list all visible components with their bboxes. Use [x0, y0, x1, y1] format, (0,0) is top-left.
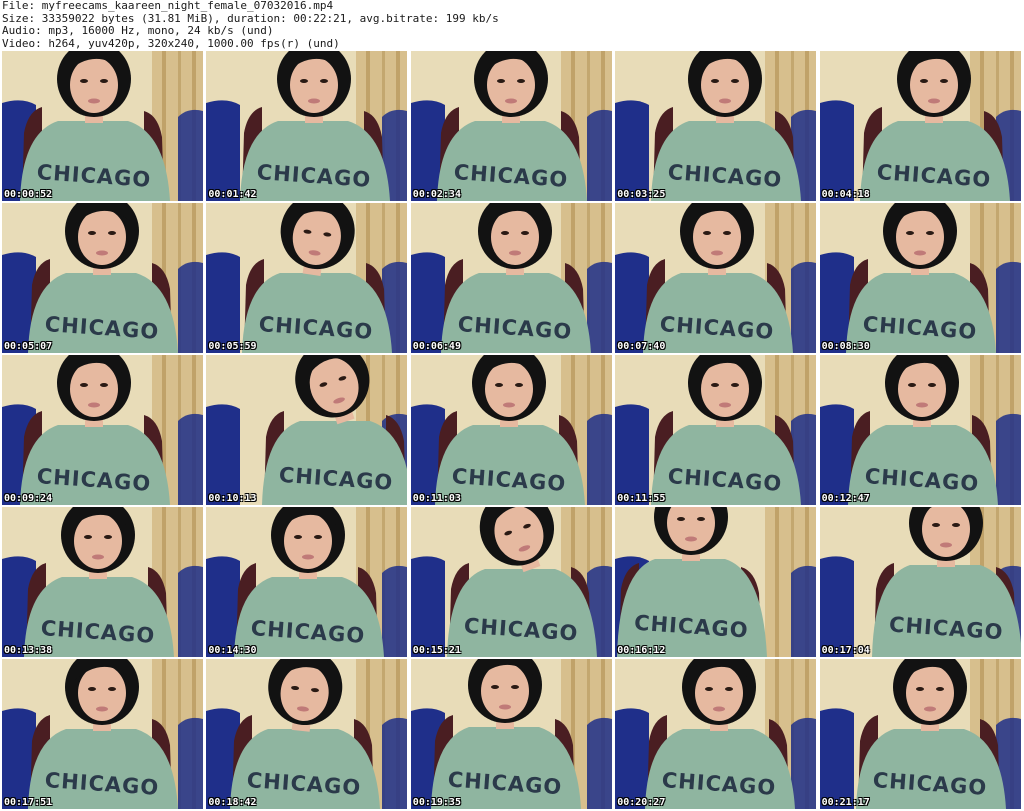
thumbnail-timestamp: 00:12:47 — [821, 493, 870, 504]
thumbnail-timestamp: 00:08:30 — [821, 341, 870, 352]
thumbnail-timestamp: 00:17:51 — [4, 797, 53, 808]
thumbnail-image: CHICAGO — [615, 355, 817, 505]
video-info-line: Video: h264, yuv420p, 320x240, 1000.00 f… — [2, 37, 340, 50]
video-thumbnail: CHICAGO 00:21:17 — [819, 659, 1021, 809]
thumbnail-timestamp: 00:21:17 — [821, 797, 870, 808]
video-thumbnail: CHICAGO 00:17:04 — [819, 507, 1021, 657]
file-size-line: Size: 33359022 bytes (31.81 MiB), durati… — [2, 12, 499, 25]
thumbnail-image: CHICAGO — [2, 507, 203, 657]
video-thumbnail: CHICAGO 00:12:47 — [819, 355, 1021, 505]
video-thumbnail: CHICAGO 00:08:30 — [819, 203, 1021, 353]
thumbnail-image: CHICAGO — [206, 51, 408, 201]
thumbnail-timestamp: 00:06:49 — [412, 341, 461, 352]
thumbnail-image: CHICAGO — [2, 203, 203, 353]
thumbnail-image: CHICAGO — [206, 355, 408, 505]
video-thumbnail: CHICAGO 00:05:07 — [2, 203, 203, 353]
thumbnail-timestamp: 00:17:04 — [821, 645, 870, 656]
video-thumbnail: CHICAGO 00:18:42 — [206, 659, 408, 809]
thumbnail-image: CHICAGO — [410, 355, 612, 505]
video-thumbnail: CHICAGO 00:00:52 — [2, 51, 203, 201]
video-thumbnail: CHICAGO 00:14:30 — [206, 507, 408, 657]
thumbnail-image: CHICAGO — [206, 659, 408, 809]
thumbnail-timestamp: 00:07:40 — [617, 341, 666, 352]
thumbnail-image: CHICAGO — [615, 203, 817, 353]
thumbnail-image: CHICAGO — [819, 355, 1021, 505]
thumbnail-grid: CHICAGO 00:00:52 CHICAGO 00:01:42 CHICAGO 00:… — [2, 51, 1022, 811]
video-thumbnail: CHICAGO 00:11:03 — [410, 355, 612, 505]
thumbnail-image: CHICAGO — [819, 203, 1021, 353]
video-thumbnail: CHICAGO 00:05:59 — [206, 203, 408, 353]
thumbnail-image: CHICAGO — [819, 507, 1021, 657]
thumbnail-image: CHICAGO — [410, 507, 612, 657]
thumbnail-timestamp: 00:05:07 — [4, 341, 53, 352]
thumbnail-image: CHICAGO — [2, 51, 203, 201]
video-thumbnail: CHICAGO 00:06:49 — [410, 203, 612, 353]
video-thumbnail: CHICAGO 00:09:24 — [2, 355, 203, 505]
thumbnail-image: CHICAGO — [206, 203, 408, 353]
thumbnail-timestamp: 00:15:21 — [412, 645, 461, 656]
video-thumbnail: CHICAGO 00:01:42 — [206, 51, 408, 201]
thumbnail-timestamp: 00:09:24 — [4, 493, 53, 504]
thumbnail-timestamp: 00:04:18 — [821, 189, 870, 200]
file-info-header: File: myfreecams_kaareen_night_female_07… — [2, 0, 1022, 50]
thumbnail-timestamp: 00:11:03 — [412, 493, 461, 504]
video-thumbnail: CHICAGO 00:16:12 — [615, 507, 817, 657]
file-name-line: File: myfreecams_kaareen_night_female_07… — [2, 0, 334, 12]
thumbnail-timestamp: 00:16:12 — [617, 645, 666, 656]
thumbnail-image: CHICAGO — [819, 51, 1021, 201]
video-thumbnail: CHICAGO 00:03:25 — [615, 51, 817, 201]
thumbnail-image: CHICAGO — [410, 203, 612, 353]
thumbnail-timestamp: 00:01:42 — [208, 189, 257, 200]
thumbnail-image: CHICAGO — [615, 51, 817, 201]
thumbnail-image: CHICAGO — [819, 659, 1021, 809]
thumbnail-image: CHICAGO — [410, 51, 612, 201]
video-thumbnail: CHICAGO 00:19:35 — [410, 659, 612, 809]
video-thumbnail: CHICAGO 00:17:51 — [2, 659, 203, 809]
thumbnail-timestamp: 00:05:59 — [208, 341, 257, 352]
video-thumbnail: CHICAGO 00:13:38 — [2, 507, 203, 657]
thumbnail-timestamp: 00:00:52 — [4, 189, 53, 200]
thumbnail-timestamp: 00:13:38 — [4, 645, 53, 656]
video-thumbnail: CHICAGO 00:04:18 — [819, 51, 1021, 201]
thumbnail-timestamp: 00:03:25 — [617, 189, 666, 200]
thumbnail-image: CHICAGO — [615, 507, 817, 657]
thumbnail-timestamp: 00:02:34 — [412, 189, 461, 200]
thumbnail-timestamp: 00:19:35 — [412, 797, 461, 808]
thumbnail-image: CHICAGO — [615, 659, 817, 809]
thumbnail-timestamp: 00:14:30 — [208, 645, 257, 656]
thumbnail-timestamp: 00:11:55 — [617, 493, 666, 504]
video-thumbnail: CHICAGO 00:07:40 — [615, 203, 817, 353]
thumbnail-timestamp: 00:20:27 — [617, 797, 666, 808]
thumbnail-timestamp: 00:18:42 — [208, 797, 257, 808]
thumbnail-image: CHICAGO — [410, 659, 612, 809]
video-thumbnail: CHICAGO 00:10:13 — [206, 355, 408, 505]
audio-info-line: Audio: mp3, 16000 Hz, mono, 24 kb/s (und… — [2, 25, 274, 37]
thumbnail-image: CHICAGO — [2, 355, 203, 505]
video-thumbnail: CHICAGO 00:11:55 — [615, 355, 817, 505]
video-thumbnail: CHICAGO 00:02:34 — [410, 51, 612, 201]
video-thumbnail: CHICAGO 00:15:21 — [410, 507, 612, 657]
thumbnail-timestamp: 00:10:13 — [208, 493, 257, 504]
thumbnail-image: CHICAGO — [2, 659, 203, 809]
video-thumbnail: CHICAGO 00:20:27 — [615, 659, 817, 809]
thumbnail-image: CHICAGO — [206, 507, 408, 657]
